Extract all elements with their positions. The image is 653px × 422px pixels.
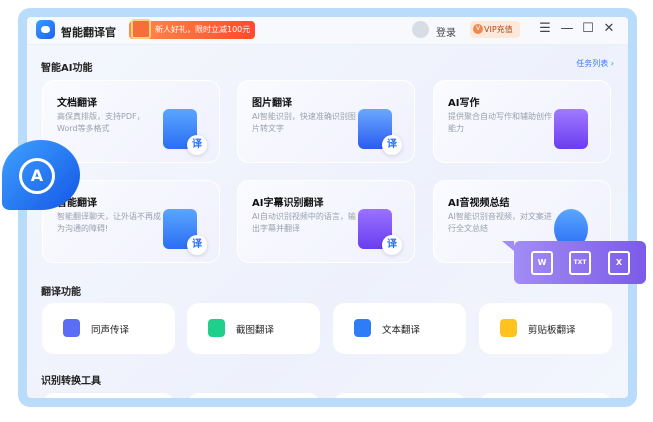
section-title-ai: 智能AI功能 [41,63,93,74]
promo-banner[interactable]: 新人好礼，限时立减100元 [129,19,255,39]
tool-label: 剪贴板翻译 [528,325,576,336]
promo-text: 新人好礼，限时立减100元 [155,25,251,34]
card-subtitle-translate[interactable]: AI字幕识别翻译 AI自动识别视频中的语言，输出字幕并翻译译 [237,180,415,263]
tool-simultaneous[interactable]: 同声传译 [42,303,175,354]
writing-icon [554,109,588,149]
card-title: 文档翻译 [57,98,97,109]
maximize-button[interactable]: ☐ [580,21,596,36]
app-title: 智能翻译官 [61,26,116,39]
card-ai-writing[interactable]: AI写作提供聚合自动写作和辅助创作能力 [433,80,611,163]
card-desc: 智能翻译聊天，让外语不再成为沟通的障碍! [57,212,161,233]
card-desc: AI智能识别音视频，对文案进行全文总结 [448,212,552,233]
tool-text[interactable]: 文本翻译 [333,303,466,354]
tool-label: 截图翻译 [236,325,275,336]
video-icon: 译 [358,209,402,255]
vip-button[interactable]: VIP充值 [470,21,520,38]
tool-clipboard[interactable]: 剪贴板翻译 [479,303,612,354]
card-title: AI音视频总结 [448,198,510,209]
card-desc: AI自动识别视频中的语言，输出字幕并翻译 [252,212,356,233]
section-title-translate: 翻译功能 [41,287,81,298]
image-icon: 译 [358,109,402,155]
card-image-translate[interactable]: 图片翻译 AI智能识别，快速准确识别图片转文字译 [237,80,415,163]
card-desc: 提供聚合自动写作和辅助创作能力 [448,112,552,133]
card-title: AI写作 [448,98,480,109]
format-popup: W TXT X [502,241,646,284]
chat-icon: 译 [163,209,207,255]
card-desc: AI智能识别，快速准确识别图片转文字 [252,112,356,133]
screenshot-icon [208,319,225,337]
tool-card[interactable] [479,393,612,398]
avatar[interactable] [412,21,429,38]
tool-label: 同声传译 [91,325,130,336]
tool-card[interactable] [187,393,320,398]
translate-badge: 译 [187,235,207,255]
card-title: AI字幕识别翻译 [252,198,324,209]
title-bar: 智能翻译官 新人好礼，限时立减100元 登录 VIP充值 ☰ — ☐ ✕ [27,17,628,45]
login-button[interactable]: 登录 [436,24,456,39]
card-desc: 高保真排版，支持PDF，Word等多格式 [57,112,145,133]
section-title-tools: 识别转换工具 [41,376,101,387]
tool-label: 文本翻译 [382,325,421,336]
gift-icon [131,19,151,39]
task-list-link[interactable]: 任务列表 › [576,58,614,69]
list-icon [354,319,371,337]
app-logo [36,20,55,39]
txt-icon: TXT [569,251,591,275]
close-button[interactable]: ✕ [601,21,617,36]
translate-badge: 译 [187,135,207,155]
minimize-button[interactable]: — [559,21,575,36]
word-icon: W [531,251,553,275]
translate-badge: 译 [382,235,402,255]
clipboard-icon [500,319,517,337]
translate-float-icon: A [2,140,80,210]
tool-card[interactable] [42,393,175,398]
word-doc-icon: 译 [163,109,207,155]
excel-icon: X [608,251,630,275]
waveform-icon [63,319,80,337]
tool-card[interactable] [333,393,466,398]
menu-icon[interactable]: ☰ [537,21,553,36]
translate-badge: 译 [382,135,402,155]
tool-screenshot[interactable]: 截图翻译 [187,303,320,354]
app-window: 智能翻译官 新人好礼，限时立减100元 登录 VIP充值 ☰ — ☐ ✕ 智能A… [27,17,628,398]
card-title: 图片翻译 [252,98,292,109]
